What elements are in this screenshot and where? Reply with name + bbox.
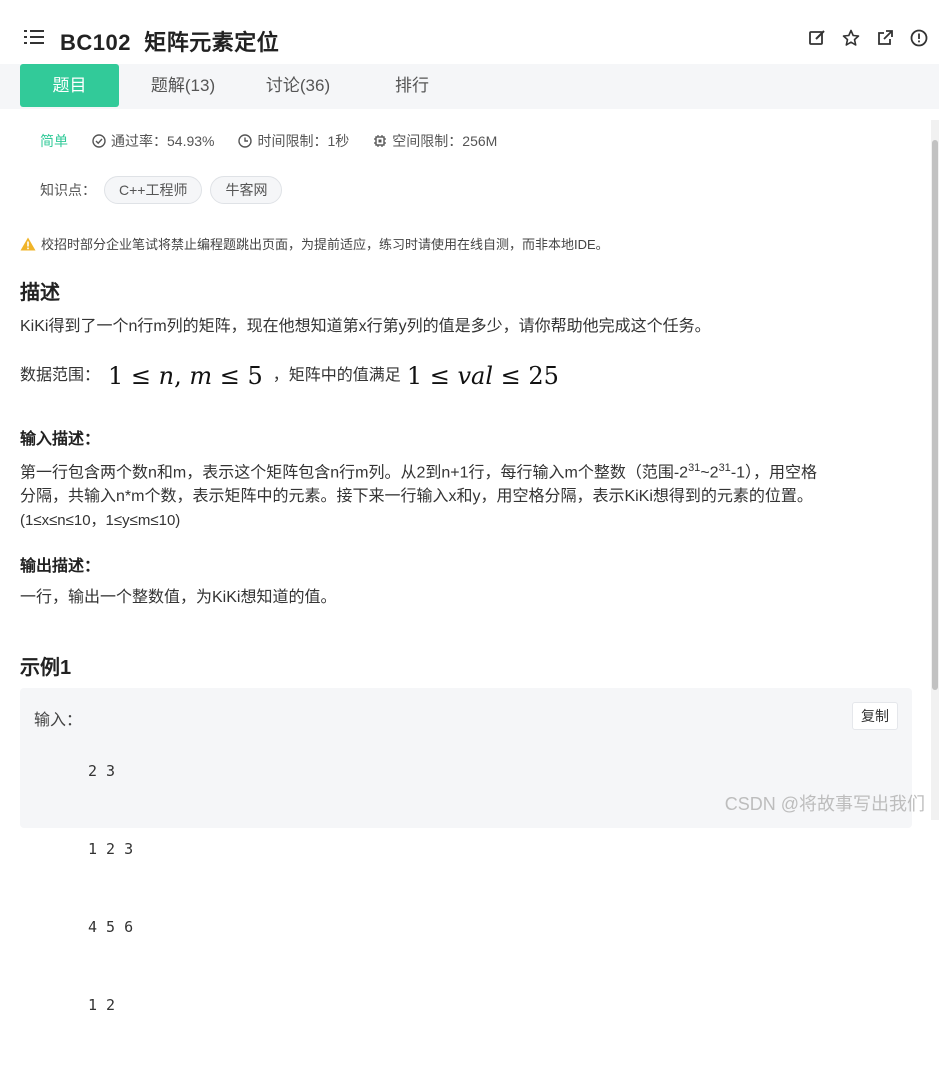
page-title: BC102 矩阵元素定位	[60, 30, 280, 55]
input-desc-text: 第一行包含两个数n和m，表示这个矩阵包含n行m列。从2到n+1行，每行输入m个整…	[20, 462, 818, 530]
edit-icon[interactable]	[807, 28, 827, 48]
output-desc-heading: 输出描述：	[20, 558, 101, 575]
example-line: 1 2 3	[88, 840, 134, 858]
warning-icon	[20, 237, 36, 250]
space-limit: 空间限制：256M	[392, 133, 498, 149]
example-line: 2 3	[88, 762, 116, 780]
problem-meta: 简单 通过率：54.93% 时间限制：1秒 空间限制：256M	[40, 131, 521, 151]
tag-nowcoder[interactable]: 牛客网	[210, 176, 283, 204]
warning-text: 校招时部分企业笔试将禁止编程题跳出页面，为提前适应，练习时请使用在线自测，而非本…	[41, 237, 609, 252]
external-link-icon[interactable]	[875, 28, 895, 48]
top-bar: BC102 矩阵元素定位	[0, 0, 939, 64]
star-icon[interactable]	[841, 28, 861, 48]
tag-cpp-engineer[interactable]: C++工程师	[104, 176, 203, 204]
info-icon[interactable]	[909, 28, 929, 48]
example-line: 1 2	[88, 996, 116, 1014]
tab-problem[interactable]: 题目	[20, 64, 119, 107]
example-input-label: 输入：	[34, 712, 83, 729]
header-actions	[807, 28, 929, 48]
example-input-lines: 2 3 1 2 3 4 5 6 1 2	[88, 706, 133, 1070]
time-limit: 时间限制：1秒	[257, 133, 350, 149]
output-desc-text: 一行，输出一个整数值，为KiKi想知道的值。	[20, 589, 337, 606]
warning-notice: 校招时部分企业笔试将禁止编程题跳出页面，为提前适应，练习时请使用在线自测，而非本…	[20, 234, 609, 253]
description-text: KiKi得到了一个n行m列的矩阵，现在他想知道第x行第y列的值是多少，请你帮助他…	[20, 318, 711, 335]
tab-bar: 题目 题解(13) 讨论(36) 排行	[0, 64, 939, 109]
range-mid: ，矩阵中的值满足	[272, 367, 401, 384]
pass-rate: 通过率：54.93%	[111, 133, 215, 149]
copy-button[interactable]: 复制	[852, 702, 898, 730]
clock-icon	[238, 134, 253, 148]
math-nm-range: 1 ≤ n, m ≤ 5	[108, 362, 263, 390]
difficulty-badge: 简单	[40, 133, 68, 149]
tab-solutions[interactable]: 题解(13)	[134, 64, 232, 107]
watermark: CSDN @将故事写出我们	[724, 794, 925, 814]
scrollbar-thumb[interactable]	[932, 140, 938, 690]
example-heading: 示例1	[20, 657, 72, 679]
math-val-range: 1 ≤ val ≤ 25	[406, 362, 559, 390]
example-line: 4 5 6	[88, 918, 134, 936]
check-circle-icon	[92, 134, 106, 148]
knowledge-label: 知识点：	[40, 182, 96, 198]
description-heading: 描述	[20, 282, 60, 304]
data-range: 数据范围： 1 ≤ n, m ≤ 5 ，矩阵中的值满足 1 ≤ val ≤ 25	[20, 364, 559, 388]
tab-ranking[interactable]: 排行	[364, 64, 460, 107]
menu-icon[interactable]	[24, 30, 44, 46]
knowledge-points: 知识点： C++工程师 牛客网	[40, 176, 283, 204]
chip-icon	[374, 135, 387, 147]
range-prefix: 数据范围：	[20, 367, 101, 384]
input-desc-heading: 输入描述：	[20, 431, 101, 448]
tab-discussion[interactable]: 讨论(36)	[250, 64, 346, 107]
